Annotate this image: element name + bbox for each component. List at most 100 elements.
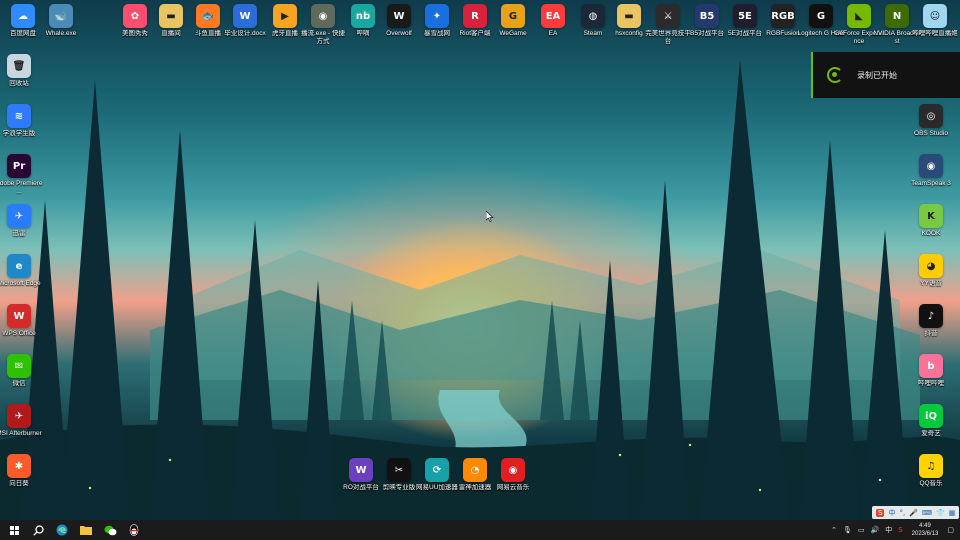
desktop-icon[interactable]: 🐋 Whale.exe <box>38 4 84 56</box>
wechat-icon <box>104 525 116 535</box>
desktop-icon[interactable]: ✈ MSI Afterburner <box>0 404 42 456</box>
yy-icon: ◕ <box>919 254 943 278</box>
desktop-icon-label: KOOK <box>921 230 941 237</box>
search-button[interactable] <box>26 520 50 540</box>
teamspeak-icon: ◉ <box>919 154 943 178</box>
clock[interactable]: 4:49 2023/6/13 <box>912 522 939 538</box>
xunlei-icon: ✈ <box>7 204 31 228</box>
desktop-icon[interactable]: e Microsoft Edge <box>0 254 42 306</box>
desktop-icon[interactable]: ◕ YY语音 <box>908 254 954 306</box>
ime-language-indicator[interactable]: 中 <box>885 525 892 535</box>
search-icon <box>32 524 44 536</box>
baidu-netdisk-icon: ☁ <box>11 4 35 28</box>
desktop-icon[interactable]: W WPS Office <box>0 304 42 356</box>
start-button[interactable] <box>2 520 26 540</box>
huya-icon: ▶ <box>273 4 297 28</box>
desktop-icon[interactable]: 🗑 回收站 <box>0 54 42 106</box>
desktop-icon[interactable]: ☺ 哔哩哔哩直播姬 <box>912 4 958 56</box>
recycle-bin-icon: 🗑 <box>7 54 31 78</box>
kook-icon: K <box>919 204 943 228</box>
ime-voice-icon[interactable]: 🎤 <box>909 509 918 517</box>
mouse-cursor-icon <box>486 211 494 222</box>
qqmusic-icon: ♫ <box>919 454 943 478</box>
volume-icon[interactable]: 🔊 <box>871 526 880 534</box>
uu-icon: ⟳ <box>425 458 449 482</box>
desktop-icon[interactable]: ✈ 迅雷 <box>0 204 42 256</box>
meitu-icon: ✿ <box>123 4 147 28</box>
desktop-icon-label: WPS Office <box>2 330 36 337</box>
desktop-icon-label: 向日葵 <box>9 480 29 487</box>
qq-penguin-icon <box>129 524 139 536</box>
ime-keyboard-icon[interactable]: ⌨ <box>922 509 932 517</box>
notification-center-icon[interactable]: ▢ <box>947 526 954 534</box>
desktop-icon-label: Microsoft Edge <box>0 280 41 287</box>
taskbar-qq-button[interactable] <box>122 520 146 540</box>
geforce-icon: ◣ <box>847 4 871 28</box>
leishen-icon: ◔ <box>463 458 487 482</box>
network-icon[interactable]: ▭ <box>858 526 865 534</box>
ime-toolbar[interactable]: S 中 °, 🎤 ⌨ 👕 ▦ <box>872 506 960 519</box>
sogou-logo-icon[interactable]: S <box>876 508 885 517</box>
desktop-icon[interactable]: b 哔哩哔哩 <box>908 354 954 406</box>
ime-punctuation-icon[interactable]: °, <box>899 509 905 517</box>
whale-icon: 🐋 <box>49 4 73 28</box>
bidi-icon: nb <box>351 4 375 28</box>
notification-text: 录制已开始 <box>857 70 897 80</box>
desktop-icon-label: 哔哩哔哩直播姬 <box>912 30 958 37</box>
desktop-icon-label: 学浪学生版 <box>2 130 36 137</box>
microphone-icon[interactable]: 🎙 <box>843 526 852 534</box>
desktop-icon-label: 微信 <box>12 380 26 387</box>
desktop-icon-label: QQ音乐 <box>919 480 943 487</box>
word-doc-icon: W <box>233 4 257 28</box>
taskbar-edge-button[interactable] <box>50 520 74 540</box>
desktop-icon-label: 回收站 <box>9 80 29 87</box>
desktop-icon[interactable]: K KOOK <box>908 204 954 256</box>
desktop-icon-label: 网易云音乐 <box>496 484 530 491</box>
jianying-icon: ✂ <box>387 458 411 482</box>
desktop-icon[interactable]: ✱ 向日葵 <box>0 454 42 506</box>
iqiyi-icon: iQ <box>919 404 943 428</box>
desktop-icon-label: Whale.exe <box>45 30 77 37</box>
desktop-icon-label: 抖音 <box>924 330 938 337</box>
overwolf-icon: W <box>387 4 411 28</box>
taskbar-wechat-button[interactable] <box>98 520 122 540</box>
desktop-icon[interactable]: ≋ 学浪学生版 <box>0 104 42 156</box>
system-tray: ⌃ 🎙 ▭ 🔊 中 S 4:49 2023/6/13 ▢ <box>828 520 960 540</box>
premiere-icon: Pr <box>7 154 31 178</box>
clock-time: 4:49 <box>919 523 931 529</box>
folder-icon: ▬ <box>159 4 183 28</box>
desktop-icon[interactable]: Pr Adobe Premiere ... <box>0 154 42 206</box>
desktop-icon[interactable]: ◎ OBS Studio <box>908 104 954 156</box>
desktop-icon-label: Adobe Premiere ... <box>0 180 43 195</box>
wechat-icon: ✉ <box>7 354 31 378</box>
desktop-icon[interactable]: iQ 爱奇艺 <box>908 404 954 456</box>
tray-overflow-chevron-icon[interactable]: ⌃ <box>831 526 837 534</box>
taskbar-file-explorer-button[interactable] <box>74 520 98 540</box>
wps-icon: W <box>7 304 31 328</box>
recording-icon <box>827 67 843 83</box>
sunflower-icon: ✱ <box>7 454 31 478</box>
recording-notification[interactable]: 录制已开始 <box>811 52 960 98</box>
ime-mode-toggle[interactable]: 中 <box>888 508 895 518</box>
desktop-icon[interactable]: ♪ 抖音 <box>908 304 954 356</box>
douyu-icon: 🐟 <box>196 4 220 28</box>
desktop-icon[interactable]: ♫ QQ音乐 <box>908 454 954 506</box>
desktop-icon-label: 迅雷 <box>12 230 26 237</box>
clock-date: 2023/6/13 <box>911 531 939 537</box>
douyin-icon: ♪ <box>919 304 943 328</box>
desktop-icon[interactable]: ◉ 网易云音乐 <box>490 458 536 510</box>
desktop-icon-label: 哔哩哔哩 <box>918 380 944 387</box>
rgbfusion-icon: RGB <box>771 4 795 28</box>
obs-icon: ◎ <box>919 104 943 128</box>
sogou-tray-icon[interactable]: S <box>898 526 902 534</box>
5e-icon: 5E <box>733 4 757 28</box>
ime-skin-icon[interactable]: 👕 <box>936 509 945 517</box>
desktop-icon[interactable]: ◉ TeamSpeak 3 <box>908 154 954 206</box>
ime-toolbox-icon[interactable]: ▦ <box>949 509 956 517</box>
edge-icon: e <box>7 254 31 278</box>
riot-icon: R <box>463 4 487 28</box>
taskbar: ⌃ 🎙 ▭ 🔊 中 S 4:49 2023/6/13 ▢ <box>0 520 960 540</box>
steam-icon: ◍ <box>581 4 605 28</box>
desktop-icon[interactable]: ✉ 微信 <box>0 354 42 406</box>
wegame-icon: G <box>501 4 525 28</box>
